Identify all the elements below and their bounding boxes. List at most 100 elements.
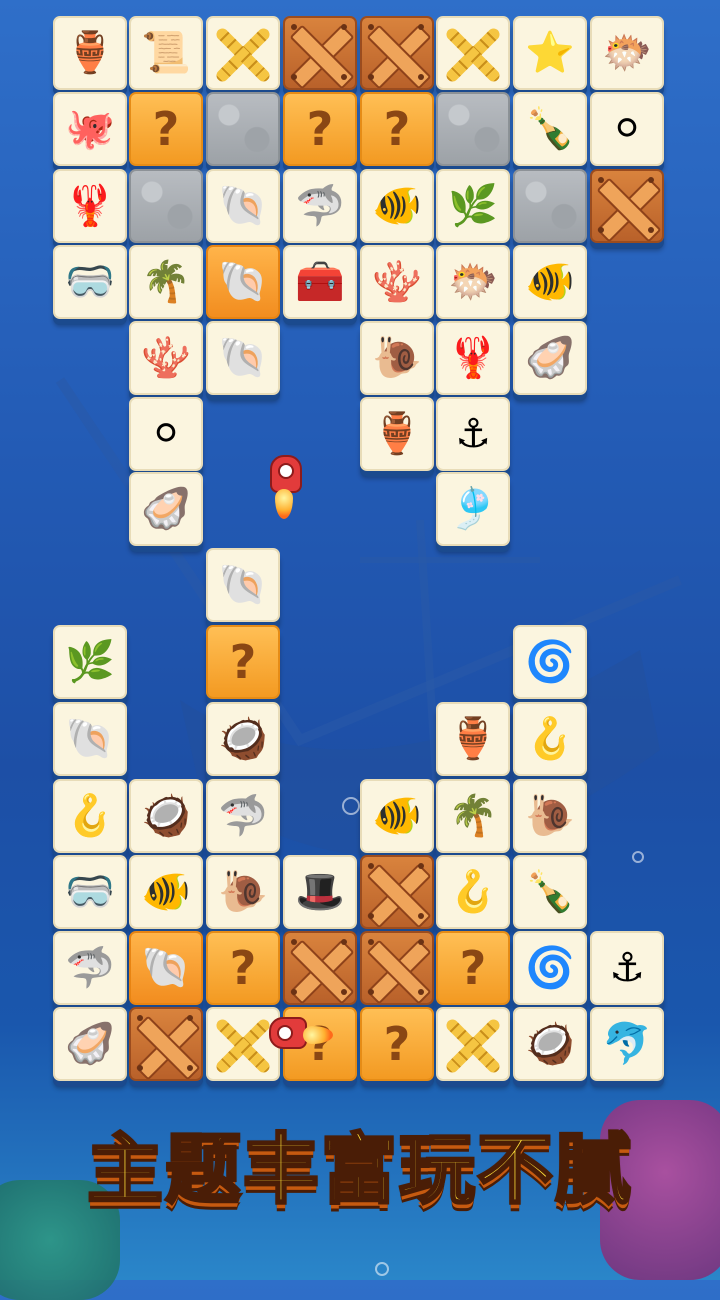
tile-pufferfish[interactable]: 🐡	[590, 16, 664, 90]
tile-mystery[interactable]: ?	[283, 92, 357, 166]
tile-pot[interactable]: 🏺	[360, 397, 434, 471]
tile-crate[interactable]	[283, 16, 357, 90]
tile-crate[interactable]	[360, 931, 434, 1005]
tile-seaweed[interactable]: 🌿	[53, 625, 127, 699]
tile-oyster[interactable]: 🦪	[513, 321, 587, 395]
tile-bottle[interactable]: 🍾	[513, 855, 587, 929]
tile-crate[interactable]	[360, 855, 434, 929]
tile-hook[interactable]: 🪝	[513, 702, 587, 776]
tile-hook[interactable]: 🪝	[53, 779, 127, 853]
tile-map[interactable]: 📜	[129, 16, 203, 90]
pufferfish-icon: 🐡	[448, 259, 498, 305]
lobster-claw-icon: 🦞	[448, 335, 498, 381]
anchor-icon: ⚓	[455, 411, 491, 457]
mystery-icon: ?	[306, 102, 334, 156]
anchor-icon: ⚓	[609, 945, 645, 991]
tile-anchor[interactable]: ⚓	[590, 931, 664, 1005]
goggles-icon: 🥽	[65, 259, 115, 305]
tile-mystery[interactable]: ?	[436, 931, 510, 1005]
tile-goggles[interactable]: 🥽	[53, 245, 127, 319]
tile-coconut[interactable]: 🥥	[513, 1007, 587, 1081]
tile-crate[interactable]	[129, 1007, 203, 1081]
tile-coral[interactable]: 🪸	[129, 321, 203, 395]
tile-coral[interactable]: 🪸	[360, 245, 434, 319]
tile-clownfish[interactable]: 🐠	[513, 245, 587, 319]
tile-palm[interactable]: 🌴	[129, 245, 203, 319]
clownfish-icon: 🐠	[525, 259, 575, 305]
tile-spiral-shell[interactable]: 🐌	[360, 321, 434, 395]
tile-mystery[interactable]: ?	[129, 92, 203, 166]
dolphin-icon: 🐬	[602, 1021, 652, 1067]
tile-mystery[interactable]: ?	[360, 92, 434, 166]
clownfish-icon: 🐠	[372, 183, 422, 229]
tile-nautilus[interactable]: 🌀	[513, 931, 587, 1005]
tile-stingray[interactable]: 🦈	[283, 169, 357, 243]
tile-jellyfish[interactable]: 🎐	[436, 472, 510, 546]
tile-chain-lock[interactable]	[206, 16, 280, 90]
bubble	[342, 797, 360, 815]
tile-scallop[interactable]: 🐚	[206, 245, 280, 319]
tile-stone[interactable]	[436, 92, 510, 166]
tile-stingray[interactable]: 🦈	[206, 779, 280, 853]
tile-coconut[interactable]: 🥥	[129, 779, 203, 853]
tile-pufferfish[interactable]: 🐡	[436, 245, 510, 319]
tile-mystery[interactable]: ?	[206, 931, 280, 1005]
tile-seaweed[interactable]: 🌿	[436, 169, 510, 243]
tile-clownfish[interactable]: 🐠	[129, 855, 203, 929]
seaweed-icon: 🌿	[65, 639, 115, 685]
tile-goggles[interactable]: 🥽	[53, 855, 127, 929]
tile-pearl[interactable]: ⚪	[129, 397, 203, 471]
tile-spiral-shell[interactable]: 🐌	[206, 855, 280, 929]
conch-icon: 🐚	[218, 335, 268, 381]
clam-pearl-icon: 🦪	[141, 486, 191, 532]
spiral-shell-icon: 🐌	[525, 793, 575, 839]
tile-treasure-chest[interactable]: 🧰	[283, 245, 357, 319]
tile-stingray[interactable]: 🦈	[53, 931, 127, 1005]
tile-clownfish[interactable]: 🐠	[360, 779, 434, 853]
tile-stone[interactable]	[129, 169, 203, 243]
tile-scallop[interactable]: 🐚	[129, 931, 203, 1005]
coral-icon: 🪸	[372, 259, 422, 305]
tile-conch[interactable]: 🐚	[206, 548, 280, 622]
tile-pirate-hat[interactable]: 🎩	[283, 855, 357, 929]
tile-chain-lock[interactable]	[436, 1007, 510, 1081]
tile-mystery[interactable]: ?	[206, 625, 280, 699]
tile-mystery[interactable]: ?	[360, 1007, 434, 1081]
tile-spiral-shell[interactable]: 🐌	[513, 779, 587, 853]
tile-hook[interactable]: 🪝	[436, 855, 510, 929]
tile-crate[interactable]	[283, 931, 357, 1005]
tile-clam-pearl[interactable]: 🦪	[129, 472, 203, 546]
tile-dolphin[interactable]: 🐬	[590, 1007, 664, 1081]
tile-scallop[interactable]: 🐚	[53, 702, 127, 776]
mystery-icon: ?	[152, 102, 180, 156]
tile-starfish[interactable]: ⭐	[513, 16, 587, 90]
tile-nautilus[interactable]: 🌀	[513, 625, 587, 699]
scallop-icon: 🐚	[218, 259, 268, 305]
clownfish-icon: 🐠	[372, 793, 422, 839]
bubble	[632, 851, 644, 863]
tile-clownfish[interactable]: 🐠	[360, 169, 434, 243]
tile-conch[interactable]: 🐚	[206, 169, 280, 243]
tile-pot[interactable]: 🏺	[53, 16, 127, 90]
tile-lobster-claw[interactable]: 🦞	[436, 321, 510, 395]
tile-coconut[interactable]: 🥥	[206, 702, 280, 776]
tile-crate[interactable]	[590, 169, 664, 243]
pearl-icon: ⚪	[610, 106, 644, 152]
tile-bottle[interactable]: 🍾	[513, 92, 587, 166]
tile-lobster-claw[interactable]: 🦞	[53, 169, 127, 243]
tile-clam-pearl[interactable]: 🦪	[53, 1007, 127, 1081]
tile-anchor[interactable]: ⚓	[436, 397, 510, 471]
stingray-icon: 🦈	[218, 793, 268, 839]
tile-chain-lock[interactable]	[436, 16, 510, 90]
coconut-icon: 🥥	[218, 716, 268, 762]
tile-pot[interactable]: 🏺	[436, 702, 510, 776]
tile-conch[interactable]: 🐚	[206, 321, 280, 395]
tile-octopus[interactable]: 🐙	[53, 92, 127, 166]
tile-palm[interactable]: 🌴	[436, 779, 510, 853]
chain-lock-icon	[442, 22, 504, 84]
tile-crate[interactable]	[360, 16, 434, 90]
conch-icon: 🐚	[218, 183, 268, 229]
tile-pearl[interactable]: ⚪	[590, 92, 664, 166]
tile-stone[interactable]	[513, 169, 587, 243]
tile-stone[interactable]	[206, 92, 280, 166]
